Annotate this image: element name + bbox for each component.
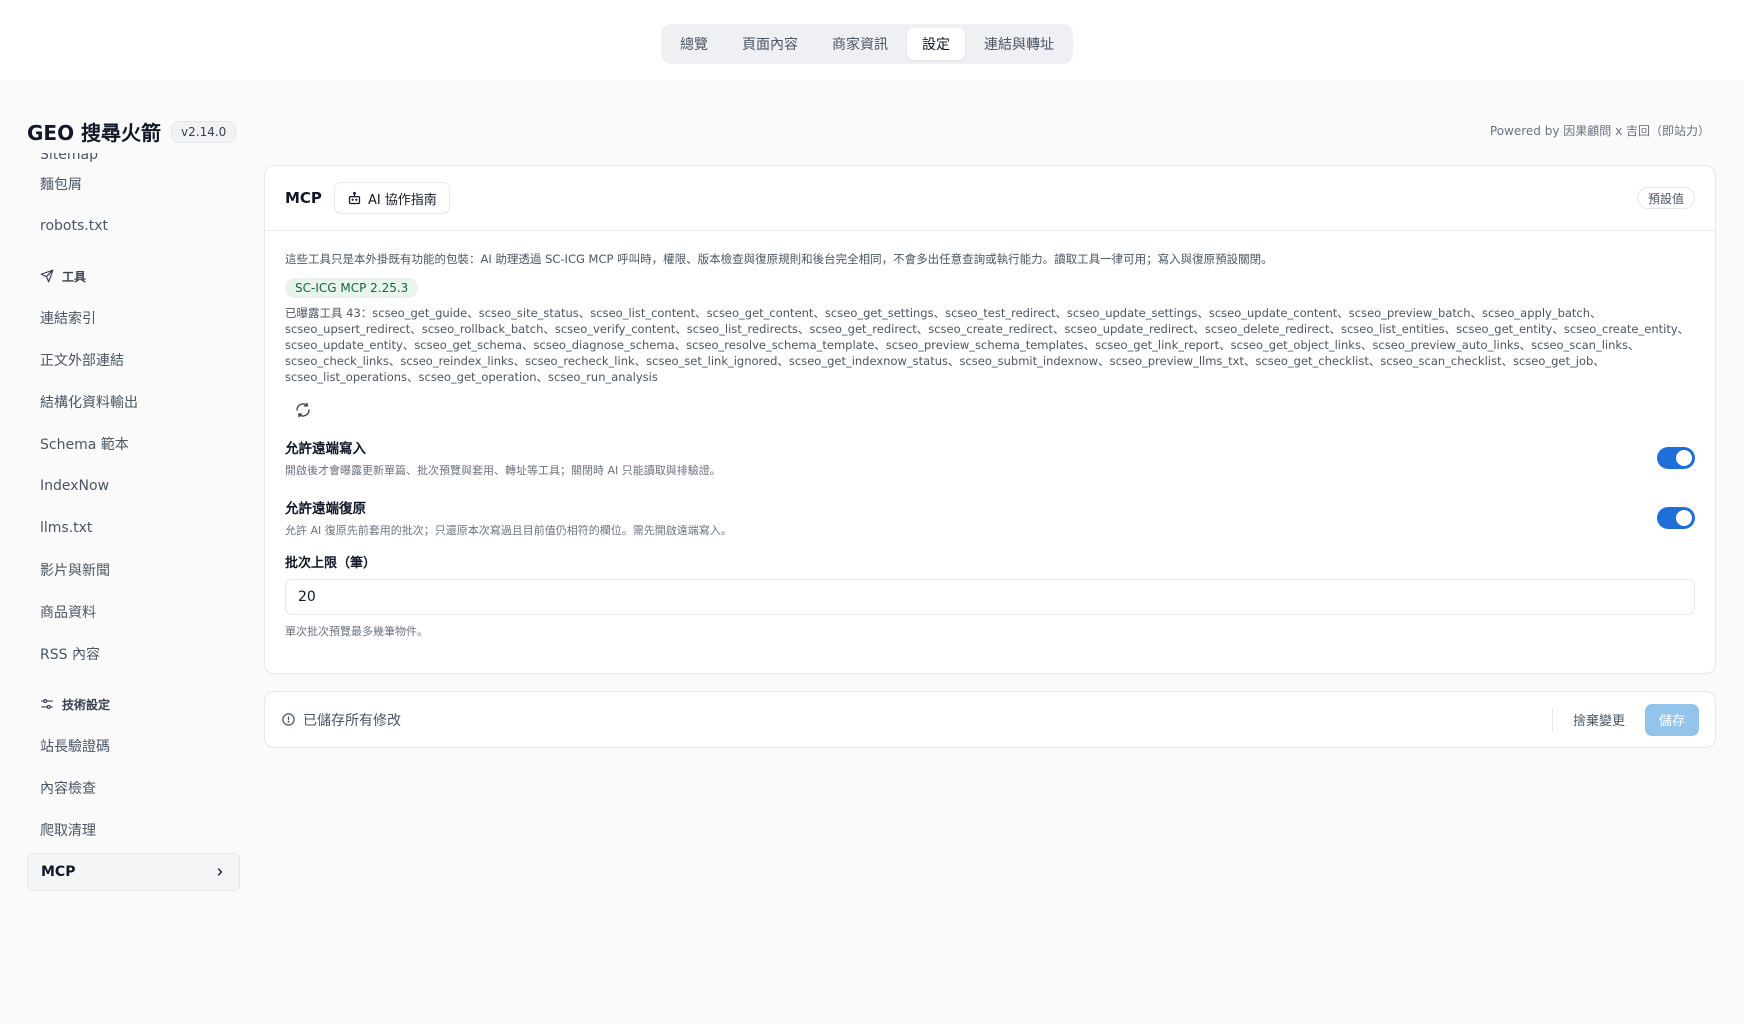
exposed-tools-list: 已曝露工具 43：scseo_get_guide、scseo_site_stat… xyxy=(285,306,1690,384)
send-icon xyxy=(40,269,54,283)
sidebar-item-external-links[interactable]: 正文外部連結 xyxy=(27,339,240,381)
sidebar-item-sitemap[interactable]: Sitemap xyxy=(27,153,240,163)
tab-overview[interactable]: 總覽 xyxy=(665,28,723,60)
save-button[interactable]: 儲存 xyxy=(1644,703,1699,736)
brand: GEO 搜尋火箭 v2.14.0 xyxy=(27,117,237,146)
sidebar: Sitemap 麵包屑 robots.txt 工具 連結索引 正文外部連結 結構… xyxy=(27,153,240,933)
sidebar-item-robots[interactable]: robots.txt xyxy=(27,205,240,247)
batch-limit-label: 批次上限（筆） xyxy=(285,556,377,571)
tab-page-content[interactable]: 頁面內容 xyxy=(727,28,813,60)
top-tabs: 總覽 頁面內容 商家資訊 設定 連結與轉址 xyxy=(661,24,1073,64)
sidebar-item-structured-data[interactable]: 結構化資料輸出 xyxy=(27,381,240,423)
sidebar-item-rss[interactable]: RSS 內容 xyxy=(27,633,240,675)
sidebar-item-video-news[interactable]: 影片與新聞 xyxy=(27,549,240,591)
save-bar: 已儲存所有修改 捨棄變更 儲存 xyxy=(264,691,1716,748)
info-circle-icon xyxy=(282,713,295,726)
tab-business-info[interactable]: 商家資訊 xyxy=(817,28,903,60)
remote-restore-toggle[interactable] xyxy=(1657,506,1695,529)
sidebar-item-breadcrumb[interactable]: 麵包屑 xyxy=(27,163,240,205)
refresh-icon xyxy=(296,402,310,418)
remote-restore-label: 允許遠端復原 xyxy=(285,501,366,517)
remote-write-setting: 允許遠端寫入 開啟後才會曝露更新單篇、批次預覽與套用、轉址等工具；關閉時 AI … xyxy=(285,437,1695,478)
sidebar-item-content-check[interactable]: 內容檢查 xyxy=(27,767,240,809)
version-badge: v2.14.0 xyxy=(171,120,237,143)
save-status-text: 已儲存所有修改 xyxy=(303,712,401,729)
sidebar-item-product-data[interactable]: 商品資料 xyxy=(27,591,240,633)
sidebar-item-webmaster-verify[interactable]: 站長驗證碼 xyxy=(27,725,240,767)
remote-write-toggle[interactable] xyxy=(1657,446,1695,469)
batch-limit-input[interactable] xyxy=(285,579,1695,615)
sliders-icon xyxy=(41,699,53,709)
remote-restore-setting: 允許遠端復原 允許 AI 復原先前套用的批次；只還原本次寫過且目前值仍相符的欄位… xyxy=(285,497,1695,538)
refresh-button[interactable] xyxy=(285,395,321,425)
remote-write-label: 允許遠端寫入 xyxy=(285,441,366,457)
default-values-button[interactable]: 預設值 xyxy=(1636,187,1695,209)
sidebar-heading-tools: 工具 xyxy=(27,255,240,297)
chevron-right-icon xyxy=(217,868,223,876)
save-bar-actions: 捨棄變更 儲存 xyxy=(1551,703,1699,736)
sidebar-item-link-index[interactable]: 連結索引 xyxy=(27,297,240,339)
batch-limit-help: 單次批次預覽最多幾筆物件。 xyxy=(285,625,428,638)
tab-settings[interactable]: 設定 xyxy=(907,28,965,60)
sidebar-item-indexnow[interactable]: IndexNow xyxy=(27,465,240,507)
sidebar-heading-tech: 技術設定 xyxy=(27,683,240,725)
sidebar-heading-tools-label: 工具 xyxy=(62,269,87,284)
sidebar-heading-tech-label: 技術設定 xyxy=(62,697,111,712)
robot-icon xyxy=(348,191,361,204)
top-bar: 總覽 頁面內容 商家資訊 設定 連結與轉址 xyxy=(0,0,1744,80)
app-title: GEO 搜尋火箭 xyxy=(27,121,162,145)
card-body: 這些工具只是本外掛既有功能的包裝：AI 助理透過 SC-ICG MCP 呼叫時，… xyxy=(265,231,1715,639)
tab-links-redirects[interactable]: 連結與轉址 xyxy=(969,28,1069,60)
sidebar-item-mcp[interactable]: MCP xyxy=(27,853,240,891)
sidebar-item-schema-templates[interactable]: Schema 範本 xyxy=(27,423,240,465)
sidebar-item-mcp-label: MCP xyxy=(41,864,76,880)
remote-restore-help: 允許 AI 復原先前套用的批次；只還原本次寫過且目前值仍相符的欄位。需先開啟遠端… xyxy=(285,524,732,537)
mcp-settings-card: MCP AI 協作指南 預設值 這些工具只是本外掛既有功能的包裝：AI 助理透過… xyxy=(264,165,1716,674)
discard-changes-button[interactable]: 捨棄變更 xyxy=(1565,704,1633,735)
mcp-version-badge: SC-ICG MCP 2.25.3 xyxy=(285,278,419,298)
card-title: MCP xyxy=(285,189,322,207)
mcp-description: 這些工具只是本外掛既有功能的包裝：AI 助理透過 SC-ICG MCP 呼叫時，… xyxy=(285,252,1273,266)
divider xyxy=(1551,707,1553,732)
sidebar-item-llms-txt[interactable]: llms.txt xyxy=(27,507,240,549)
remote-write-help: 開啟後才會曝露更新單篇、批次預覽與套用、轉址等工具；關閉時 AI 只能讀取與排驗… xyxy=(285,464,721,477)
ai-guide-button-label: AI 協作指南 xyxy=(367,192,437,208)
save-status: 已儲存所有修改 xyxy=(281,710,401,730)
card-header: MCP AI 協作指南 預設值 xyxy=(265,166,1715,231)
ai-guide-button[interactable]: AI 協作指南 xyxy=(333,182,450,214)
sidebar-item-crawl-cleanup[interactable]: 爬取清理 xyxy=(27,809,240,851)
powered-by: Powered by 因果顧問 x 吉回（即站力） xyxy=(1489,124,1710,138)
